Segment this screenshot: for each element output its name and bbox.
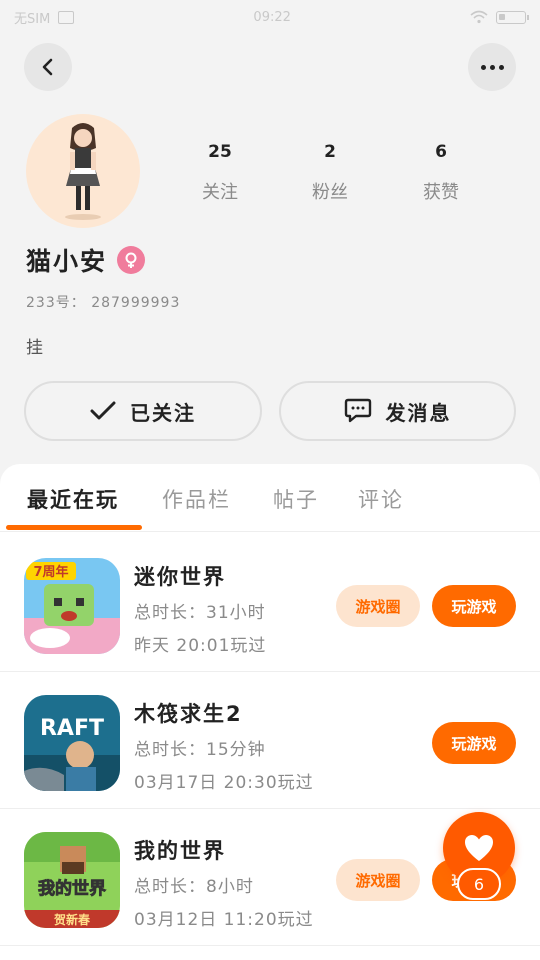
user-id: 233号： 287999993 [26,292,180,312]
tab-bar: 最近在玩 作品栏 帖子 评论 [0,464,540,532]
game-icon-badge: 7周年 [33,564,68,580]
sim-icon [58,10,75,24]
user-id-label: 233号： [26,295,86,311]
likes-label: 获赞 [423,182,459,203]
tab-recently-played[interactable]: 最近在玩 [27,484,119,514]
tab-comments[interactable]: 评论 [358,484,404,514]
battery-icon [496,10,529,24]
like-count-badge: 6 [457,868,501,900]
tab-works[interactable]: 作品栏 [162,484,231,514]
game-title: 迷你世界 [134,565,226,589]
game-last-played: 03月17日 20:30玩过 [134,773,314,793]
game-last-played: 03月12日 11:20玩过 [134,910,314,930]
fans-stat[interactable]: 2 粉丝 [285,142,375,204]
avatar-character-image [65,123,101,220]
play-game-button[interactable]: 玩游戏 [432,585,516,627]
status-left: 无SIM [14,8,75,27]
avatar[interactable] [26,114,140,228]
follow-label: 已关注 [130,400,196,425]
likes-count: 6 [435,142,447,162]
female-icon [117,246,146,274]
likes-stat[interactable]: 6 获赞 [396,142,486,204]
fans-count: 2 [324,142,336,162]
game-icon-badge: 我的世界 [38,878,106,899]
heart-icon [465,835,493,861]
game-row-raft[interactable]: RAFT 木筏求生2 总时长：15分钟 03月17日 20:30玩过 玩游戏 [0,672,540,809]
game-last-played: 昨天 20:01玩过 [134,636,267,656]
game-circle-button[interactable]: 游戏圈 [336,859,420,901]
game-circle-button[interactable]: 游戏圈 [336,585,420,627]
user-id-value: 287999993 [91,295,181,311]
status-bar: 无SIM 09:22 [0,0,540,34]
tab-active-indicator [6,525,142,530]
message-label: 发消息 [385,400,452,425]
chevron-left-icon [42,58,53,76]
game-title: 我的世界 [134,839,226,863]
bio: 挂 [26,338,43,358]
name-row: 猫小安 [26,242,146,278]
game-icon-raft: RAFT [24,695,120,791]
check-icon [90,401,116,420]
game-duration: 总时长：15分钟 [134,740,266,760]
following-label: 关注 [202,182,238,203]
game-duration: 总时长：8小时 [134,877,254,897]
game-icon-subtitle: 贺新春 [53,912,91,927]
username: 猫小安 [26,247,108,276]
carrier-text: 无SIM [14,11,51,27]
game-row-mini-world[interactable]: 7周年 迷你世界 总时长：31小时 昨天 20:01玩过 游戏圈 玩游戏 [0,535,540,672]
more-button[interactable] [468,43,516,91]
following-count: 25 [208,142,232,162]
play-game-button[interactable]: 玩游戏 [432,722,516,764]
clock: 09:22 [253,9,291,25]
game-title: 木筏求生2 [134,702,243,726]
wifi-icon [470,10,488,24]
game-duration: 总时长：31小时 [134,603,266,623]
game-icon-badge: RAFT [40,716,104,741]
tab-posts[interactable]: 帖子 [273,484,319,514]
fans-label: 粉丝 [312,182,348,203]
follow-button[interactable]: 已关注 [24,381,262,441]
chat-bubble-icon [344,398,371,423]
back-button[interactable] [24,43,72,91]
more-dots-icon [480,64,504,70]
game-icon-mini-world: 7周年 [24,558,120,654]
following-stat[interactable]: 25 关注 [175,142,265,204]
game-icon-minecraft: 我的世界 贺新春 [24,832,120,928]
message-button[interactable]: 发消息 [279,381,516,441]
status-right [470,10,529,24]
